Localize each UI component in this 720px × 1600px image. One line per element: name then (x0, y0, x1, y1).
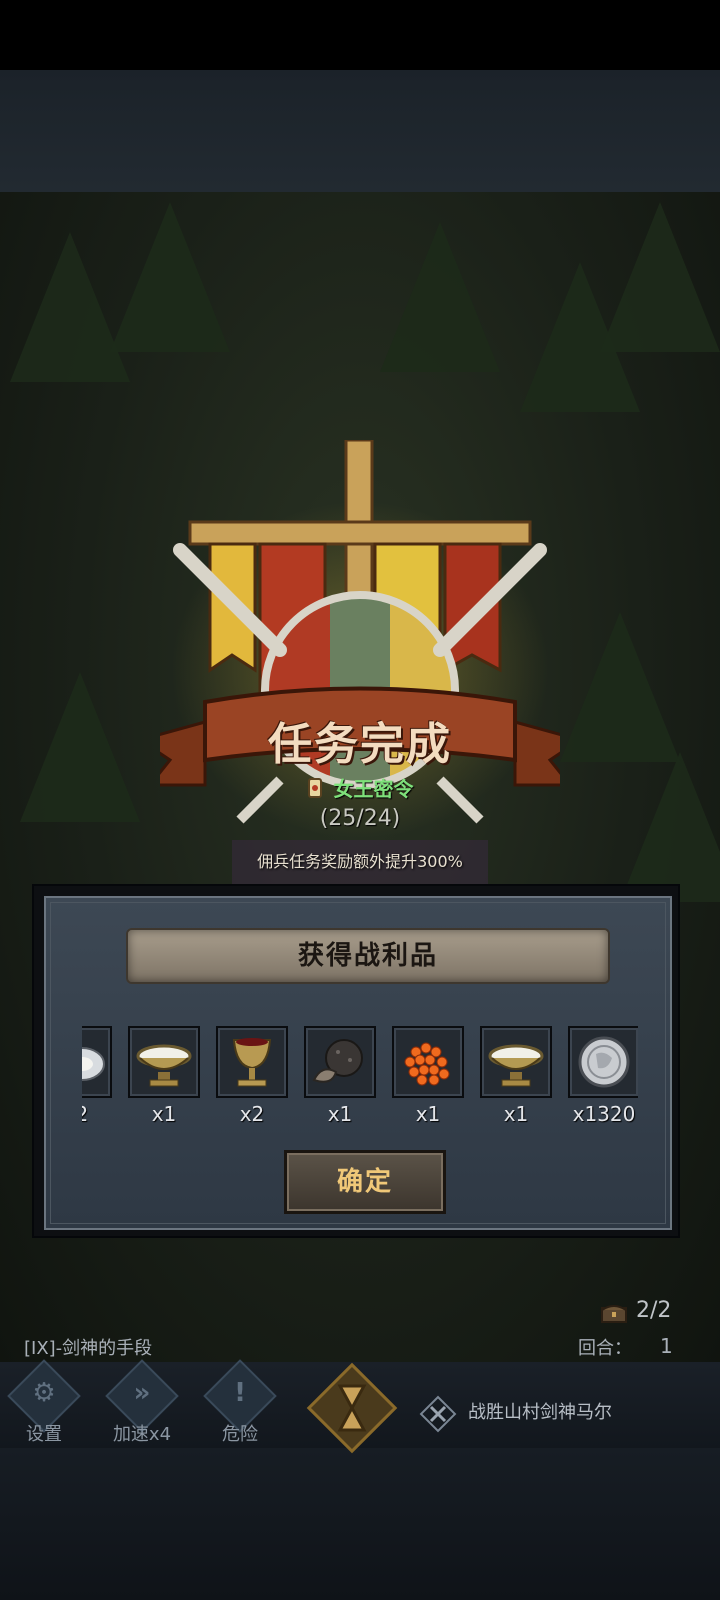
loot-item-slot (392, 1026, 464, 1098)
settings-button[interactable]: ⚙ 设置 (4, 1359, 84, 1446)
status-bar (0, 0, 720, 70)
loot-item[interactable]: x2 (216, 1006, 288, 1126)
loot-item-slot (304, 1026, 376, 1098)
confirm-button-label: 确定 (336, 1167, 393, 1197)
scroll-icon (308, 777, 323, 798)
loot-item[interactable]: x1 (480, 1006, 552, 1126)
speed-label: 加速x4 (112, 1424, 172, 1445)
loot-title: 获得战利品 (297, 941, 438, 971)
speed-button[interactable]: » 加速x4 (102, 1359, 182, 1446)
gear-icon: ⚙ (32, 1378, 56, 1408)
round-value: 1 (660, 1334, 673, 1358)
settings-label: 设置 (26, 1424, 62, 1445)
loot-item-slot (568, 1026, 638, 1098)
loot-panel-inner: 获得战利品 x2 (44, 896, 672, 1230)
loot-item-slot (480, 1026, 552, 1098)
truffle-icon (312, 1039, 363, 1083)
tree (110, 202, 230, 352)
tree (600, 202, 720, 352)
round-label: 回合： (578, 1338, 632, 1359)
wine-goblet-icon (232, 1038, 272, 1087)
tree (20, 672, 140, 822)
quest-name: 女王密令 (333, 777, 414, 801)
loot-item-count: x1320 (572, 1102, 636, 1126)
tree (380, 222, 500, 372)
chest-count: 2/2 (636, 1298, 672, 1323)
loot-item-slot (128, 1026, 200, 1098)
sky-band (0, 70, 720, 192)
mission-complete-title: 任务完成 (268, 719, 452, 770)
milk-bowl-icon (136, 1044, 192, 1087)
silver-coin-icon (578, 1036, 630, 1088)
loot-item-count: x2 (239, 1102, 265, 1126)
loot-item-count: x1 (151, 1102, 177, 1126)
crossed-swords-icon (419, 1395, 457, 1433)
quest-progress: (25/24) (319, 806, 401, 831)
bottom-band (0, 1448, 720, 1600)
loot-item[interactable]: x2 (82, 1006, 112, 1126)
tree (620, 752, 720, 902)
loot-title-banner: 获得战利品 (126, 928, 610, 984)
loot-item-count: x1 (327, 1102, 353, 1126)
milk-bowl-icon (488, 1044, 544, 1087)
loot-item-count: x2 (82, 1102, 122, 1126)
exclamation-icon: ! (234, 1378, 246, 1408)
loot-item-slot (82, 1026, 112, 1098)
loot-items-strip[interactable]: x2 x1 (82, 1006, 638, 1130)
loot-item[interactable]: x1 (304, 1006, 376, 1126)
end-turn-button[interactable] (302, 1358, 402, 1458)
caviar-icon (404, 1042, 450, 1086)
loot-panel: 获得战利品 x2 (32, 884, 680, 1238)
stage-title: [IX]-剑神的手段 (24, 1338, 153, 1359)
danger-button[interactable]: ! 危险 (200, 1359, 280, 1446)
oyster-icon (82, 1047, 105, 1081)
tree (560, 612, 680, 762)
confirm-button[interactable]: 确定 (284, 1150, 446, 1214)
hourglass-icon (337, 1384, 367, 1432)
loot-item-slot (216, 1026, 288, 1098)
objective-text: 战胜山村剑神马尔 (468, 1402, 612, 1423)
quest-line: 女王密令 (160, 773, 560, 802)
reward-bonus-text: 佣兵任务奖励额外提升300% (257, 852, 463, 871)
loot-item-count: x1 (415, 1102, 441, 1126)
loot-item-count: x1 (503, 1102, 529, 1126)
loot-item[interactable]: x1 (392, 1006, 464, 1126)
loot-item[interactable]: x1 (128, 1006, 200, 1126)
treasure-chest-icon (601, 1305, 627, 1323)
loot-item[interactable]: x1320 (568, 1006, 638, 1126)
mission-complete-emblem: 任务完成 女王密令 (25/24) 佣兵任务奖励额外提升300% (160, 440, 560, 890)
danger-label: 危险 (222, 1424, 258, 1445)
fast-forward-icon: » (133, 1378, 151, 1408)
